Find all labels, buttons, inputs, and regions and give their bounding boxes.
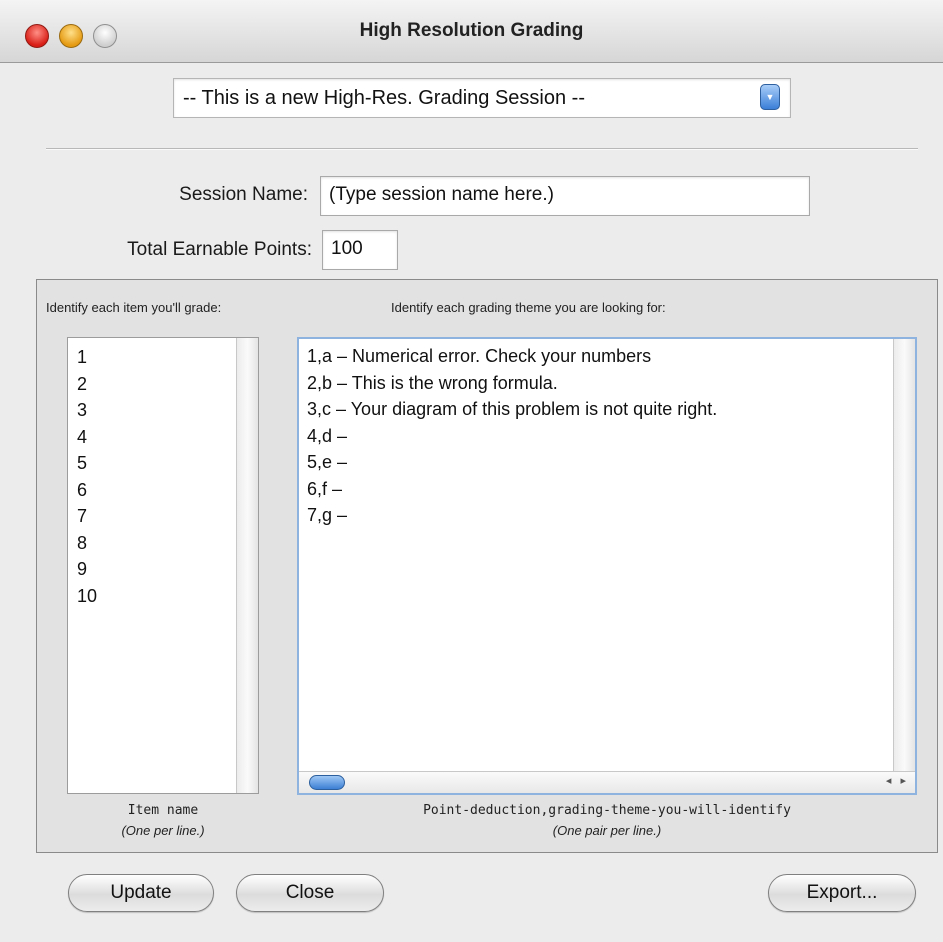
theme-line: 6,f – [307, 478, 343, 499]
themes-heading: Identify each grading theme you are look… [391, 300, 666, 315]
window-title: High Resolution Grading [359, 20, 584, 41]
items-heading: Identify each item you'll grade: [46, 300, 222, 315]
item-line: 2 [77, 373, 88, 394]
session-select[interactable]: -- This is a new High-Res. Grading Sessi… [173, 78, 791, 118]
theme-line: 3,c – Your diagram of this problem is no… [307, 399, 718, 419]
total-points-label: Total Earnable Points: [127, 239, 312, 260]
item-line: 7 [77, 506, 88, 526]
items-caption-sub: (One per line.) [121, 823, 205, 838]
themes-list: 1,a – Numerical error. Check your number… [307, 343, 717, 529]
items-list: 1 2 3 4 5 6 7 8 9 10 [77, 344, 97, 609]
item-line: 6 [77, 479, 88, 500]
session-select-value: -- This is a new High-Res. Grading Sessi… [183, 87, 585, 109]
scroll-thumb[interactable] [309, 775, 345, 790]
item-line: 1 [77, 347, 88, 367]
items-textarea[interactable]: 1 2 3 4 5 6 7 8 9 10 [67, 337, 259, 794]
item-line: 10 [77, 585, 98, 606]
session-name-input[interactable]: (Type session name here.) [320, 176, 810, 216]
item-line: 9 [77, 559, 88, 579]
theme-line: 2,b – This is the wrong formula. [307, 372, 558, 393]
grading-window: High Resolution Grading -- This is a new… [0, 0, 943, 942]
theme-line: 7,g – [307, 505, 348, 525]
themes-vertical-scrollbar[interactable] [893, 339, 915, 771]
themes-caption-sub: (One pair per line.) [552, 823, 662, 838]
dropdown-arrow-icon[interactable]: ▼ [760, 84, 780, 110]
scroll-arrows-icon[interactable]: ◂ ▸ [886, 774, 909, 787]
separator [46, 148, 918, 150]
themes-caption: Point-deduction,grading-theme-you-will-i… [423, 803, 791, 818]
theme-line: 1,a – Numerical error. Check your number… [307, 346, 652, 366]
theme-line: 5,e – [307, 452, 348, 472]
close-button[interactable]: Close [236, 874, 384, 912]
session-name-label: Session Name: [179, 184, 308, 205]
title-bar: High Resolution Grading [0, 0, 943, 63]
item-line: 4 [77, 426, 88, 447]
total-points-input[interactable]: 100 [322, 230, 398, 270]
items-vertical-scrollbar[interactable] [236, 338, 258, 793]
item-line: 8 [77, 532, 88, 553]
theme-line: 4,d – [307, 425, 348, 446]
item-line: 5 [77, 453, 88, 473]
grading-panel: Identify each item you'll grade: Identif… [36, 279, 938, 853]
themes-horizontal-scrollbar[interactable]: ◂ ▸ [299, 771, 915, 793]
item-line: 3 [77, 400, 88, 420]
export-button[interactable]: Export... [768, 874, 916, 912]
update-button[interactable]: Update [68, 874, 214, 912]
themes-textarea[interactable]: 1,a – Numerical error. Check your number… [297, 337, 917, 795]
items-caption: Item name [127, 803, 199, 818]
